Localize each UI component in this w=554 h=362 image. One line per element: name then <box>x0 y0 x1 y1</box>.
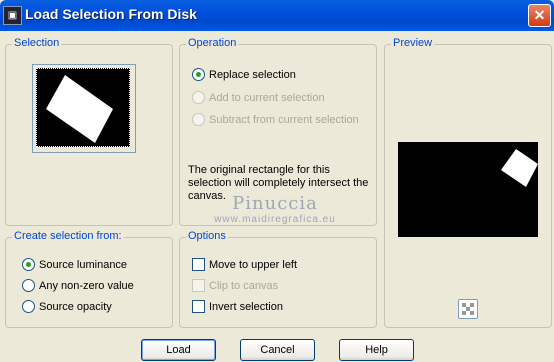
cancel-button[interactable]: Cancel <box>240 339 315 361</box>
checkerboard-icon <box>462 303 474 315</box>
radio-indicator <box>22 300 35 313</box>
preview-shape <box>501 149 538 187</box>
radio-indicator <box>192 68 205 81</box>
checkbox-box <box>192 300 205 313</box>
radio-label: Subtract from current selection <box>209 114 359 126</box>
selection-legend: Selection <box>12 37 62 49</box>
load-button[interactable]: Load <box>141 339 216 361</box>
selection-thumbnail[interactable] <box>32 64 136 153</box>
window-title: Load Selection From Disk <box>25 6 197 22</box>
preview-image <box>398 142 538 237</box>
transparency-toggle-button[interactable] <box>458 299 478 319</box>
radio-indicator <box>22 258 35 271</box>
create-selection-group: Create selection from: Source luminance … <box>5 230 173 328</box>
operation-legend: Operation <box>186 37 239 49</box>
checkbox-label: Invert selection <box>209 301 283 313</box>
selection-thumbnail-image <box>36 68 130 147</box>
title-bar[interactable]: ▣ Load Selection From Disk ✕ <box>0 0 554 31</box>
selection-shape <box>46 75 113 143</box>
close-button[interactable]: ✕ <box>528 4 551 27</box>
radio-indicator <box>192 91 205 104</box>
help-button[interactable]: Help <box>339 339 414 361</box>
radio-indicator <box>22 279 35 292</box>
radio-label: Source luminance <box>39 259 128 271</box>
radio-label: Any non-zero value <box>39 280 134 292</box>
selection-group: Selection <box>5 37 173 226</box>
options-group: Options Move to upper left Clip to canva… <box>179 230 377 328</box>
app-icon: ▣ <box>3 6 22 25</box>
checkbox-box <box>192 258 205 271</box>
radio-label: Source opacity <box>39 301 112 313</box>
checkbox-label: Move to upper left <box>209 259 298 271</box>
watermark-url: www.maidiregrafica.eu <box>214 214 336 225</box>
preview-legend: Preview <box>391 37 435 49</box>
checkbox-label: Clip to canvas <box>209 280 279 292</box>
options-legend: Options <box>186 230 228 242</box>
create-selection-legend: Create selection from: <box>12 230 124 242</box>
radio-label: Replace selection <box>209 69 296 81</box>
watermark-name: Pinuccia <box>232 193 318 214</box>
preview-group: Preview <box>384 37 552 328</box>
radio-label: Add to current selection <box>209 92 325 104</box>
watermark: Pinuccia www.maidiregrafica.eu <box>195 193 355 225</box>
checkbox-box <box>192 279 205 292</box>
radio-indicator <box>192 113 205 126</box>
